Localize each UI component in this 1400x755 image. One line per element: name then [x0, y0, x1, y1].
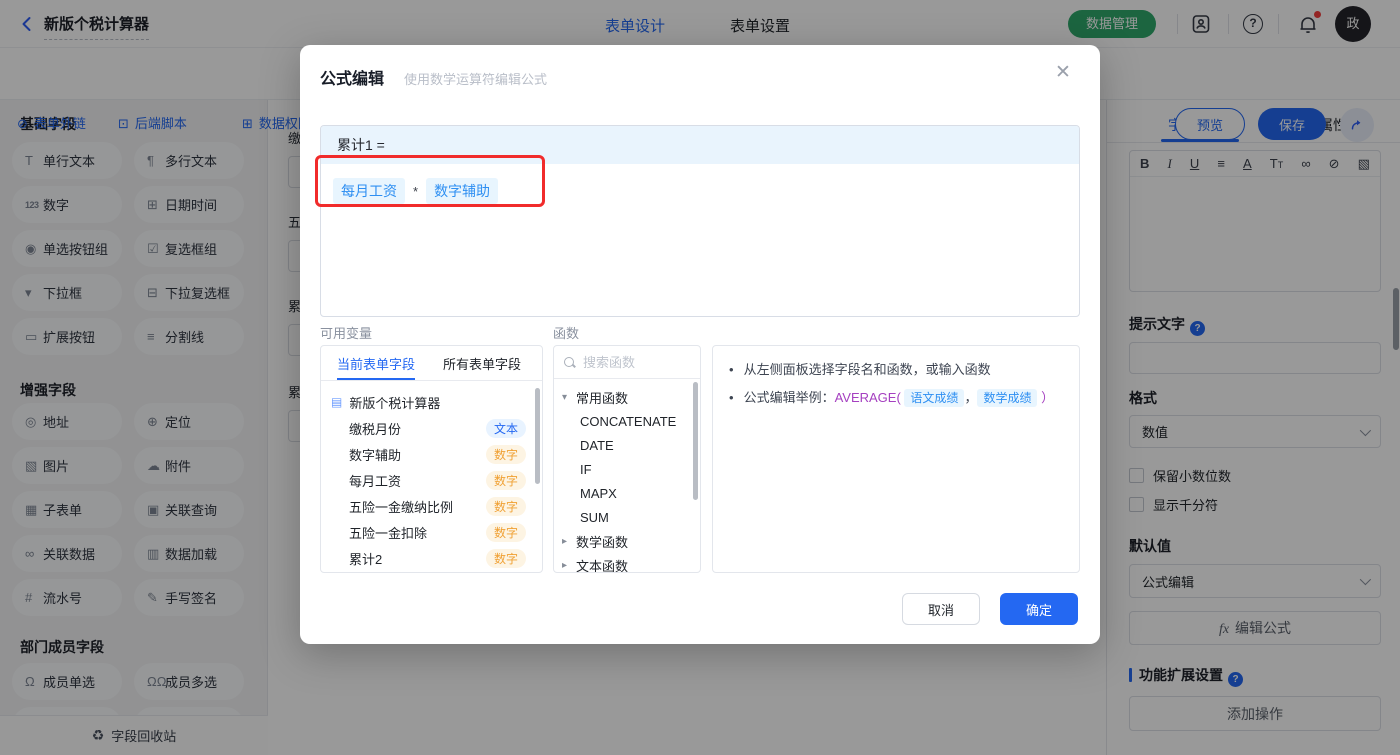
help-example: 公式编辑举例：AVERAGE( 语文成绩，数学成绩 ） [743, 389, 1055, 407]
chevron-down-icon: ▾ [562, 391, 568, 403]
variables-label: 可用变量 [320, 326, 373, 341]
app-window: 新版个税计算器 表单设计 表单设置 数据管理 ? 政 ⊘ 表单外链 ⊡ 后端脚本 ⊞… [0, 0, 1400, 755]
variables-scrollbar[interactable] [535, 388, 540, 484]
cancel-button[interactable]: 取消 [902, 593, 980, 625]
variable-row[interactable]: 每月工资 数字 [321, 467, 542, 493]
search-icon [564, 356, 575, 368]
form-doc-icon: ▤ [331, 395, 343, 409]
type-badge-number: 数字 [485, 470, 526, 490]
tab-current-form-fields[interactable]: 当前表单字段 [337, 346, 416, 380]
confirm-button[interactable]: 确定 [1000, 593, 1078, 625]
function-group-common[interactable]: ▾ 常用函数 [554, 385, 700, 409]
variables-tabs: 当前表单字段 所有表单字段 [321, 346, 542, 381]
dialog-subtitle: 使用数学运算符编辑公式 [404, 72, 548, 87]
type-badge-number: 数字 [485, 444, 526, 464]
variable-tree-root[interactable]: ▤ 新版个税计算器 [321, 389, 542, 415]
variable-row[interactable]: 五险一金缴纳比例 数字 [321, 493, 542, 519]
formula-chip-number-helper[interactable]: 数字辅助 [426, 178, 499, 204]
function-group-math[interactable]: ▸ 数学函数 [554, 529, 700, 553]
close-icon[interactable]: ✕ [1055, 61, 1071, 84]
formula-target: 累计1 = [321, 126, 1079, 164]
function-search [554, 346, 700, 379]
help-tip-1: • 从左侧面板选择字段名和函数，或输入函数 [729, 362, 991, 377]
dialog-title: 公式编辑 [320, 71, 385, 88]
formula-operator: * [413, 183, 419, 199]
variable-row[interactable]: 缴税月份 文本 [321, 415, 542, 441]
formula-chip-monthly-salary[interactable]: 每月工资 [333, 178, 405, 204]
function-item[interactable]: DATE [554, 433, 700, 457]
variables-panel: 当前表单字段 所有表单字段 ▤ 新版个税计算器 缴税月份 文本 数字辅助 数字 每月工… [320, 345, 543, 573]
function-item[interactable]: IF [554, 457, 700, 481]
chevron-right-icon: ▸ [562, 535, 568, 547]
formula-expression: 每月工资 * 数字辅助 [321, 164, 1079, 218]
help-tip-2: • 公式编辑举例：AVERAGE( 语文成绩，数学成绩 ） [729, 388, 1065, 408]
variable-row[interactable]: 累计1数字 [321, 571, 542, 572]
functions-scrollbar[interactable] [693, 382, 698, 500]
formula-editor[interactable]: 累计1 = 每月工资 * 数字辅助 [320, 125, 1080, 317]
variable-row[interactable]: 五险一金扣除 数字 [321, 519, 542, 545]
type-badge-text: 文本 [485, 418, 526, 438]
formula-edit-dialog: 公式编辑 使用数学运算符编辑公式 ✕ 累计1 = 每月工资 * 数字辅助 可用变… [300, 45, 1100, 644]
function-item[interactable]: CONCATENATE [554, 409, 700, 433]
chevron-right-icon: ▸ [562, 559, 568, 571]
function-search-input[interactable] [583, 354, 683, 370]
help-panel: • 从左侧面板选择字段名和函数，或输入函数 • 公式编辑举例：AVERAGE( 语… [712, 345, 1080, 573]
functions-label: 函数 [553, 326, 580, 341]
functions-panel: ▾常用函数 CONCATENATE DATE IF MAPX SUM ▸数学函数… [553, 345, 701, 573]
function-group-text[interactable]: ▸ 文本函数 [554, 553, 700, 573]
function-item[interactable]: MAPX [554, 481, 700, 505]
type-badge-number: 数字 [485, 548, 526, 568]
function-item[interactable]: SUM [554, 505, 700, 529]
function-name: AVERAGE( [834, 390, 901, 405]
variable-row[interactable]: 数字辅助 数字 [321, 441, 542, 467]
example-chip: 数学成绩 [977, 389, 1038, 407]
type-badge-number: 数字 [485, 496, 526, 516]
tab-all-form-fields[interactable]: 所有表单字段 [443, 346, 521, 380]
type-badge-number: 数字 [485, 522, 526, 542]
variable-row[interactable]: 累计2 数字 [321, 545, 542, 571]
example-chip: 语文成绩 [904, 389, 965, 407]
